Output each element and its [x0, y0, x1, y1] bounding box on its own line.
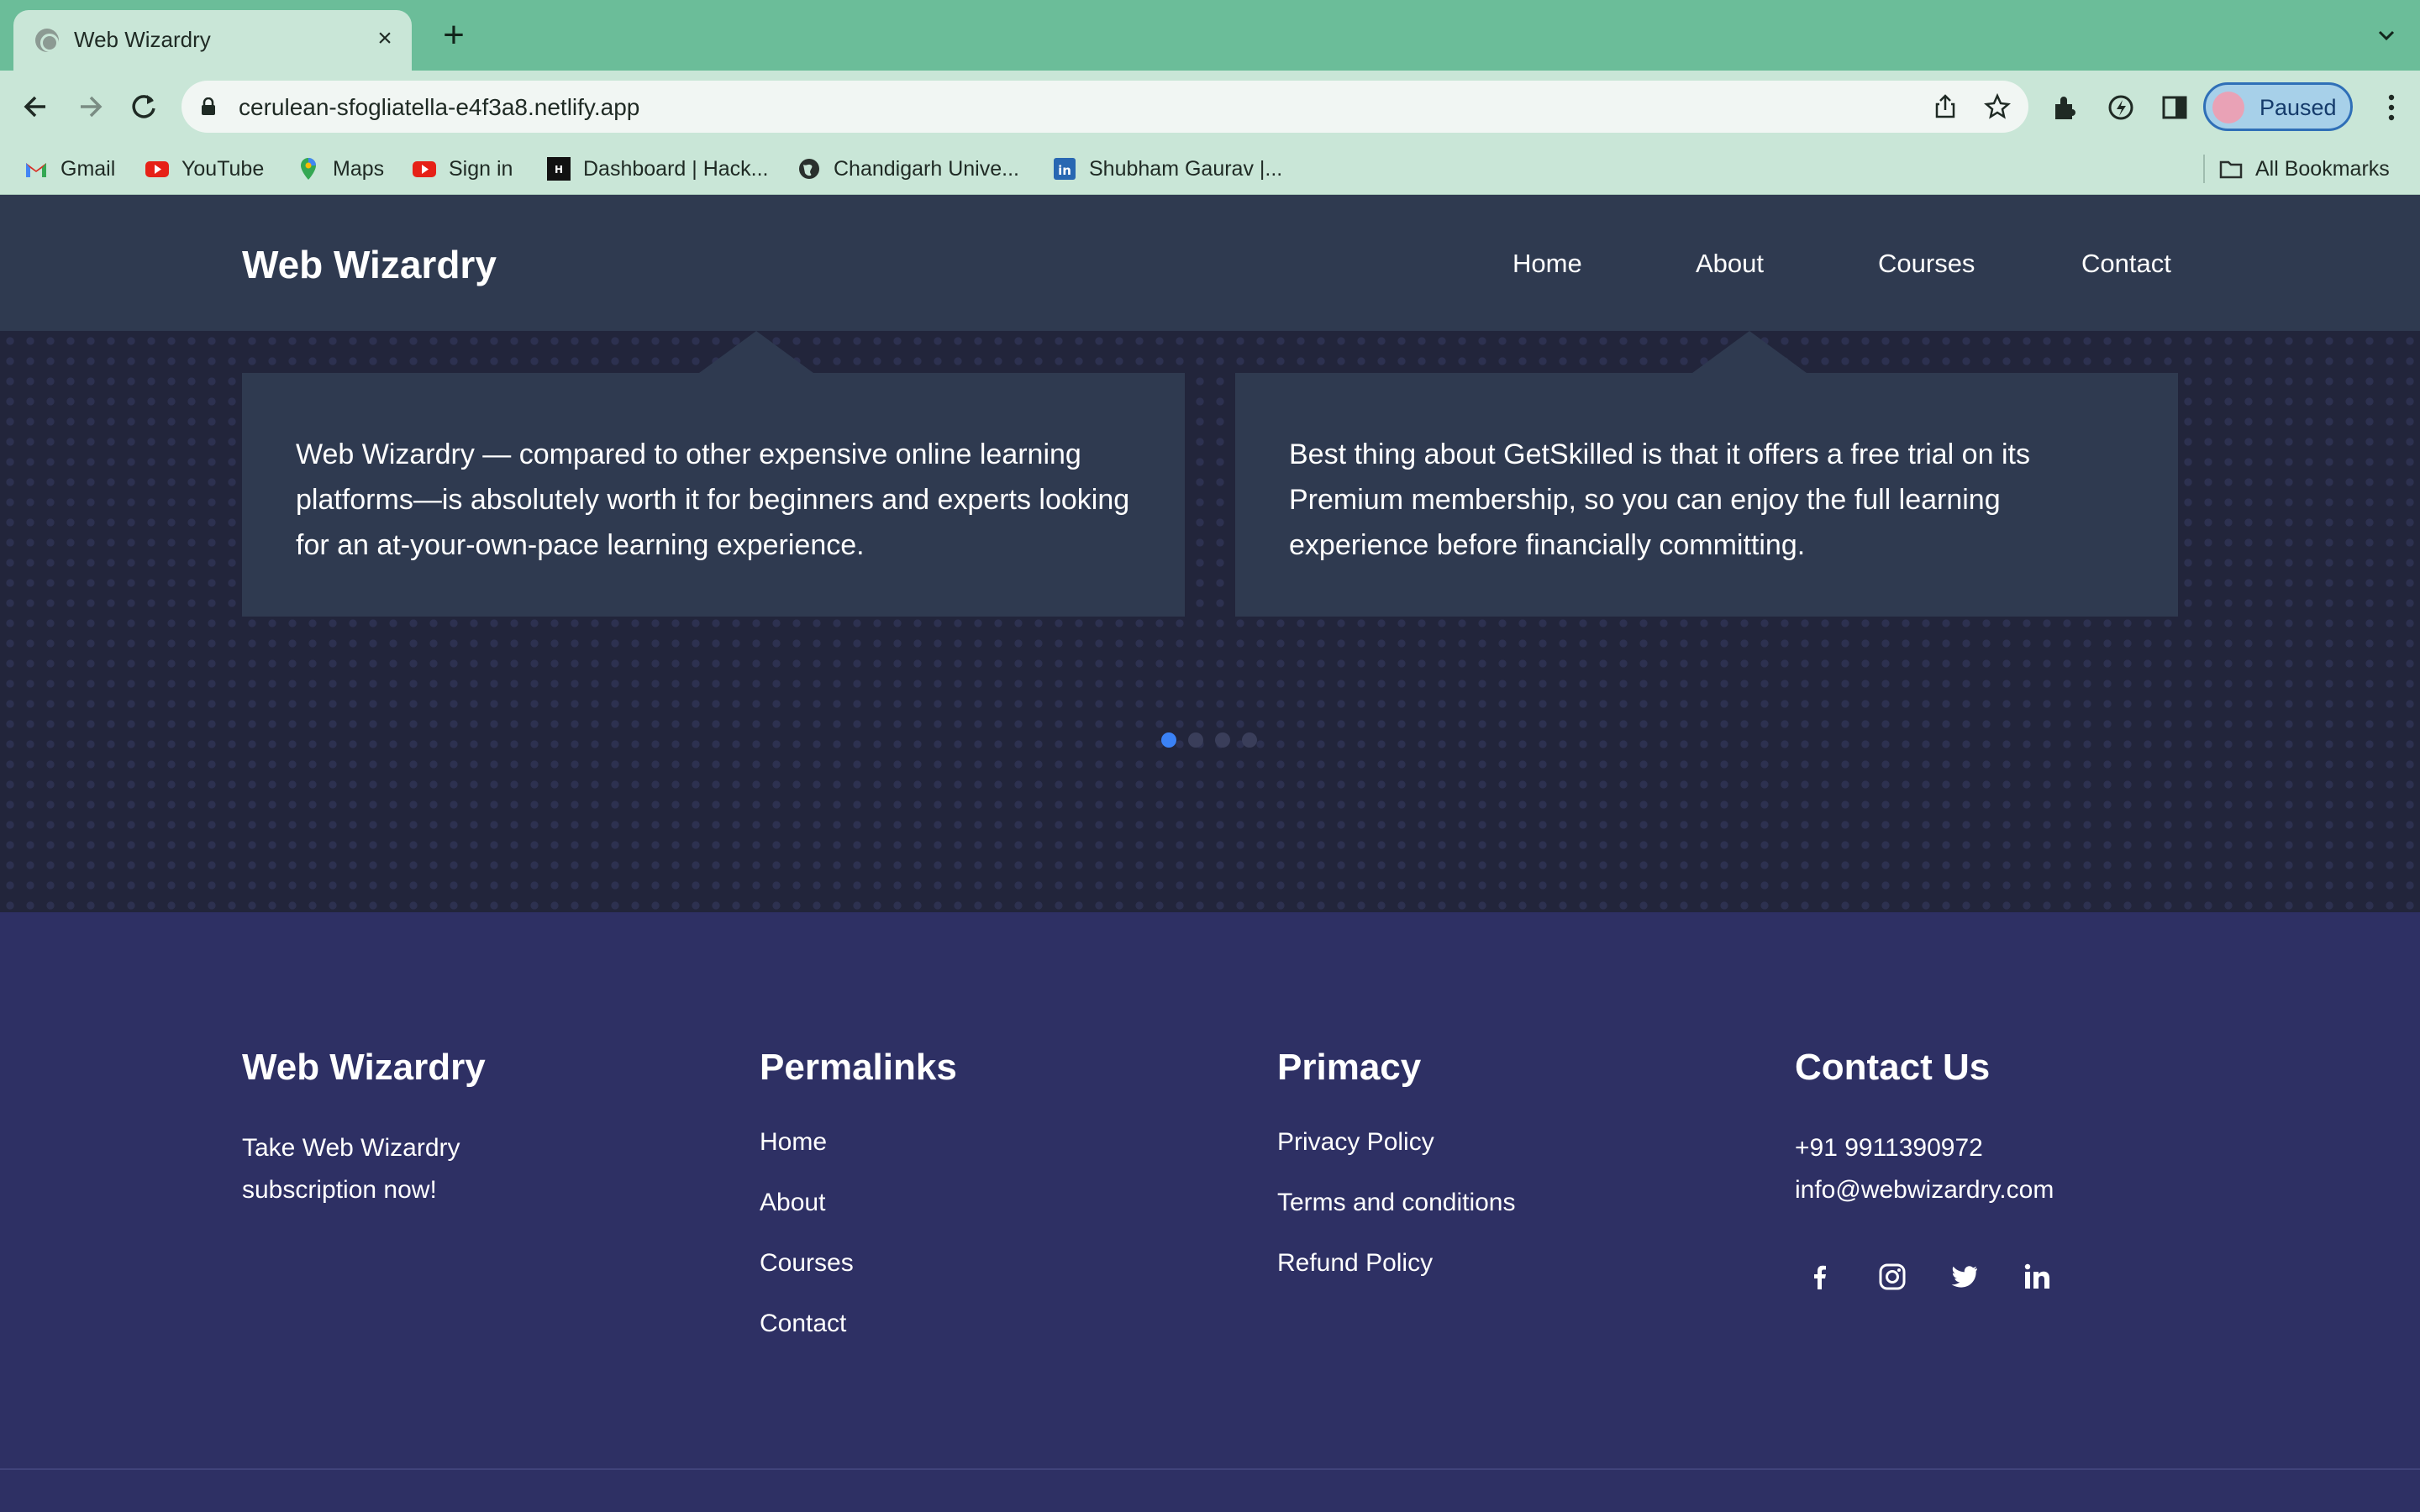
browser-tab[interactable]: Web Wizardry × [13, 10, 412, 71]
footer-link-contact[interactable]: Contact [760, 1309, 957, 1369]
profile-status: Paused [2260, 95, 2337, 120]
footer-link-terms[interactable]: Terms and conditions [1277, 1188, 1515, 1248]
instagram-icon[interactable] [1877, 1262, 1907, 1292]
carousel-dot[interactable] [1188, 732, 1203, 748]
hackerrank-icon: H [547, 157, 571, 181]
contact-email[interactable]: info@webwizardry.com [1795, 1169, 2054, 1211]
side-panel-icon[interactable] [2160, 92, 2190, 123]
nav-home[interactable]: Home [1512, 249, 1582, 279]
bookmark-linkedin[interactable]: in Shubham Gaurav |... [1052, 153, 1282, 185]
footer-link-courses[interactable]: Courses [760, 1248, 957, 1309]
reload-icon[interactable] [124, 87, 163, 126]
all-bookmarks-button[interactable]: All Bookmarks [2218, 153, 2390, 185]
footer-contact-title: Contact Us [1795, 1047, 1991, 1088]
address-bar[interactable]: cerulean-sfogliatella-e4f3a8.netlify.app [182, 81, 2028, 133]
twitter-icon[interactable] [1949, 1262, 1980, 1292]
bookmarks-bar: Gmail YouTube Maps Sign in H Dashboard |… [0, 143, 2420, 195]
footer-divider [0, 1468, 2420, 1470]
footer-link-refund-policy[interactable]: Refund Policy [1277, 1248, 1515, 1309]
url-text: cerulean-sfogliatella-e4f3a8.netlify.app [239, 94, 640, 120]
browser-toolbar: cerulean-sfogliatella-e4f3a8.netlify.app… [0, 71, 2420, 143]
testimonial-card: Best thing about GetSkilled is that it o… [1235, 331, 2178, 617]
carousel-pagination [1161, 732, 1257, 748]
globe-icon [799, 159, 819, 179]
folder-icon [2219, 160, 2243, 179]
carousel-dot[interactable] [1215, 732, 1230, 748]
footer-permalinks-column: Permalinks Home About Courses Contact [760, 1047, 957, 1369]
tab-title: Web Wizardry [74, 27, 211, 52]
avatar [2212, 92, 2244, 123]
linkedin-icon[interactable] [2022, 1262, 2052, 1292]
profile-button[interactable]: Paused [2203, 82, 2353, 131]
footer-permalinks-title: Permalinks [760, 1047, 957, 1088]
footer-link-home[interactable]: Home [760, 1127, 957, 1188]
star-icon[interactable] [1983, 92, 2012, 121]
site-footer: Web Wizardry Take Web Wizardry subscript… [0, 912, 2420, 1512]
footer-link-privacy-policy[interactable]: Privacy Policy [1277, 1127, 1515, 1188]
svg-text:H: H [555, 164, 563, 176]
linkedin-icon: in [1054, 158, 1076, 180]
testimonial-text: Best thing about GetSkilled is that it o… [1289, 438, 2030, 561]
nav-courses[interactable]: Courses [1878, 249, 1975, 279]
bookmark-maps[interactable]: Maps [296, 153, 384, 185]
new-tab-button[interactable]: + [437, 17, 471, 54]
bookmark-gmail[interactable]: Gmail [24, 153, 115, 185]
more-menu-icon[interactable] [2386, 92, 2396, 123]
testimonials-section: Web Wizardry — compared to other expensi… [0, 331, 2420, 912]
gmail-icon [26, 163, 46, 177]
nav-about[interactable]: About [1696, 249, 1764, 279]
testimonial-card: Web Wizardry — compared to other expensi… [242, 331, 1185, 617]
carousel-dot[interactable] [1242, 732, 1257, 748]
svg-text:in: in [1058, 163, 1071, 178]
bookmark-hackerrank[interactable]: H Dashboard | Hack... [546, 153, 768, 185]
bookmark-chandigarh[interactable]: Chandigarh Unive... [797, 153, 1019, 185]
footer-link-about[interactable]: About [760, 1188, 957, 1248]
globe-icon [35, 29, 59, 52]
youtube-icon [413, 161, 436, 177]
footer-primacy-column: Primacy Privacy Policy Terms and conditi… [1277, 1047, 1515, 1309]
site-header: Web Wizardry Home About Courses Contact [0, 195, 2420, 331]
footer-tagline: Take Web Wizardry subscription now! [242, 1134, 460, 1204]
bookmark-youtube[interactable]: YouTube [145, 153, 264, 185]
lock-icon [202, 97, 215, 115]
footer-brand-column: Web Wizardry Take Web Wizardry subscript… [242, 1047, 511, 1211]
site-logo[interactable]: Web Wizardry [242, 242, 497, 287]
footer-contact-column: Contact Us +91 9911390972 info@webwizard… [1795, 1047, 2054, 1292]
carousel-dot[interactable] [1161, 732, 1176, 748]
youtube-icon [145, 161, 169, 177]
nav-contact[interactable]: Contact [2081, 249, 2171, 279]
contact-phone[interactable]: +91 9911390972 [1795, 1127, 2054, 1169]
footer-primacy-title: Primacy [1277, 1047, 1422, 1088]
browser-tabstrip: Web Wizardry × + [0, 0, 2420, 71]
back-icon[interactable] [17, 87, 55, 126]
share-icon[interactable] [1931, 92, 1960, 121]
social-links [1805, 1262, 2054, 1292]
forward-icon[interactable] [71, 87, 109, 126]
bookmark-sign-in[interactable]: Sign in [412, 153, 513, 185]
facebook-icon[interactable] [1805, 1262, 1835, 1292]
footer-brand-title: Web Wizardry [242, 1047, 486, 1088]
divider [2203, 155, 2205, 183]
close-icon[interactable]: × [370, 24, 400, 54]
maps-icon [301, 158, 316, 180]
extensions-icon[interactable] [2050, 92, 2081, 123]
testimonial-text: Web Wizardry — compared to other expensi… [296, 438, 1130, 561]
performance-icon[interactable] [2106, 92, 2136, 123]
chevron-down-icon[interactable] [2376, 25, 2396, 45]
